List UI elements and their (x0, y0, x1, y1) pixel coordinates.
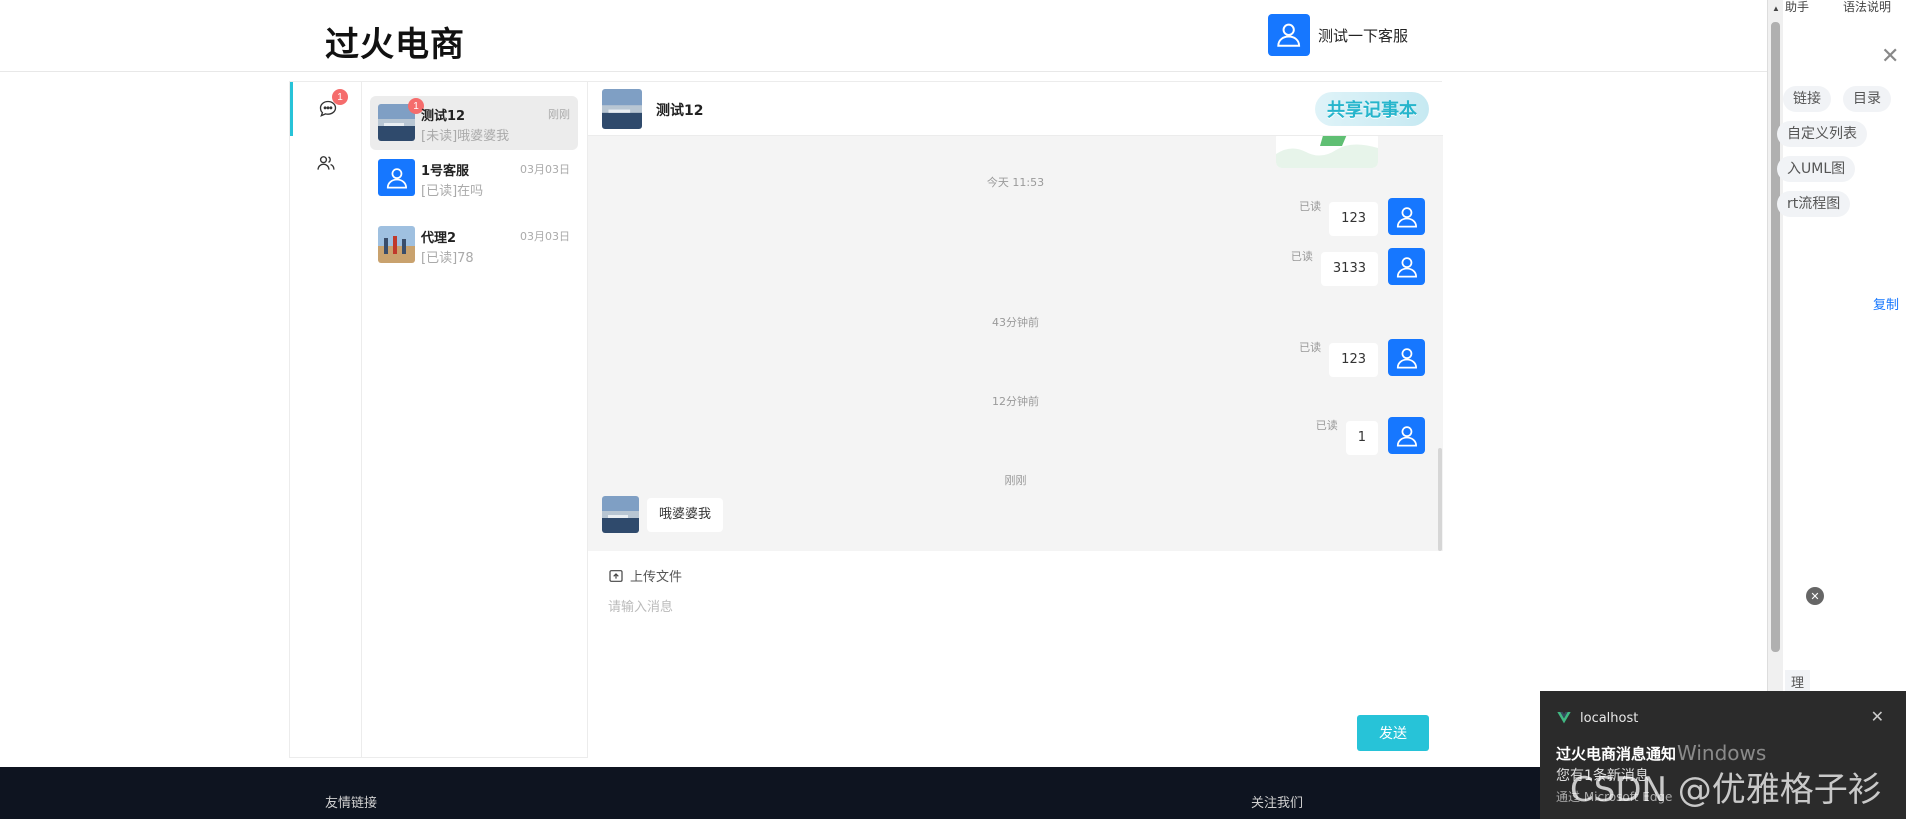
shared-notes-button[interactable]: 共享记事本 (1315, 92, 1429, 126)
conversation-avatar (378, 226, 415, 263)
footer-links-title: 友情链接 (325, 796, 378, 811)
conversation-time: 03月03日 (520, 230, 570, 243)
contacts-icon (317, 156, 335, 170)
chat-panel: 测试12 共享记事本 今天 11:53 已读 123 已读 3133 43分钟前… (588, 82, 1443, 759)
unread-badge: 1 (332, 89, 348, 105)
upload-file-button[interactable]: 上传文件 (608, 566, 682, 585)
user-avatar-icon (1388, 248, 1425, 285)
message-timestamp: 今天 11:53 (986, 176, 1045, 189)
conversation-time: 03月03日 (520, 163, 570, 176)
message-list[interactable]: 今天 11:53 已读 123 已读 3133 43分钟前 已读 123 12分… (588, 136, 1443, 551)
message-bubble[interactable]: 123 (1329, 202, 1378, 236)
read-status: 已读 (1290, 250, 1313, 263)
clear-icon[interactable]: ✕ (1806, 587, 1824, 605)
send-button[interactable]: 发送 (1357, 715, 1429, 751)
user-avatar-icon (1388, 198, 1425, 235)
conversation-item[interactable]: 代理2 [已读]78 03月03日 (370, 218, 578, 272)
upload-icon (609, 569, 623, 582)
syntax-chip[interactable]: 目录 (1843, 86, 1891, 112)
user-avatar-icon (1388, 417, 1425, 454)
syntax-chip[interactable]: 自定义列表 (1777, 121, 1867, 147)
read-status: 已读 (1315, 419, 1338, 432)
message-bubble[interactable]: 123 (1329, 343, 1378, 377)
sticker-image (1276, 136, 1378, 168)
close-icon[interactable]: ✕ (1881, 44, 1899, 69)
brand-logo[interactable]: 过火电商 (325, 17, 465, 66)
nav-rail: 1 (290, 82, 362, 757)
syntax-chip[interactable]: 入UML图 (1777, 156, 1856, 182)
message-composer: 上传文件 请输入消息 发送 (588, 551, 1443, 759)
read-status: 已读 (1299, 341, 1322, 354)
message-timestamp: 43分钟前 (992, 316, 1039, 329)
footer-follow-title: 关注我们 (1251, 796, 1304, 811)
conversation-name: 测试12 (421, 109, 466, 124)
syntax-chip[interactable]: 链接 (1783, 86, 1831, 112)
user-avatar-icon (378, 159, 415, 196)
message-timestamp: 12分钟前 (992, 395, 1039, 408)
message-incoming: 哦婆婆我 (602, 496, 724, 533)
user-avatar-icon (1388, 339, 1425, 376)
conversation-name: 1号客服 (421, 164, 470, 179)
conversation-time: 刚刚 (548, 108, 570, 121)
rail-item-messages[interactable]: 1 (290, 82, 362, 136)
notification-title: 过火电商消息通知 (1556, 745, 1677, 763)
side-panel-tab[interactable]: 助手 (1785, 0, 1809, 15)
vue-logo-icon (1557, 712, 1571, 724)
chat-window: 1 1 测试12 [未读]哦婆婆我 刚刚 1号客服 [已读]在吗 03月03日 … (289, 81, 1443, 759)
page: 过火电商 测试一下客服 1 1 测试12 [未读]哦婆婆我 刚刚 1号客服 [已… (0, 0, 1906, 819)
message-outgoing: 已读 1 (1316, 417, 1425, 455)
chat-title: 测试12 (656, 103, 704, 119)
rail-item-contacts[interactable] (290, 136, 362, 190)
side-panel-tab[interactable]: 语法说明 (1843, 0, 1891, 15)
message-outgoing: 已读 123 (1299, 198, 1425, 236)
csdn-watermark: CSDN @优雅格子衫 (1570, 770, 1882, 810)
syntax-chip[interactable]: rt流程图 (1777, 191, 1851, 217)
conversation-item[interactable]: 1 测试12 [未读]哦婆婆我 刚刚 (370, 96, 578, 150)
close-icon[interactable]: ✕ (1871, 707, 1884, 726)
message-bubble[interactable]: 1 (1345, 421, 1378, 455)
message-outgoing: 已读 123 (1299, 339, 1425, 377)
upload-label: 上传文件 (630, 570, 683, 585)
service-name: 测试一下客服 (1318, 26, 1409, 45)
message-bubble[interactable]: 3133 (1320, 252, 1378, 286)
message-outgoing: 已读 3133 (1291, 248, 1425, 286)
conversation-item[interactable]: 1号客服 [已读]在吗 03月03日 (370, 151, 578, 205)
conversation-preview: [未读]哦婆婆我 (421, 129, 510, 144)
conversation-preview: [已读]在吗 (421, 184, 484, 199)
conversation-list: 1 测试12 [未读]哦婆婆我 刚刚 1号客服 [已读]在吗 03月03日 代理… (362, 82, 588, 757)
scrollbar-thumb[interactable] (1771, 22, 1780, 652)
message-scrollbar[interactable] (1438, 448, 1442, 551)
message-timestamp: 刚刚 (1004, 474, 1027, 487)
side-panel-item[interactable]: 理 (1785, 670, 1811, 693)
scroll-up-icon[interactable]: ▲ (1772, 4, 1780, 13)
conversation-preview: [已读]78 (421, 251, 474, 266)
current-service-account[interactable]: 测试一下客服 (1260, 14, 1408, 56)
chat-header: 测试12 共享记事本 (588, 82, 1443, 136)
site-header: 过火电商 测试一下客服 (0, 0, 1770, 72)
message-bubble[interactable]: 哦婆婆我 (647, 497, 724, 532)
read-status: 已读 (1299, 200, 1322, 213)
copy-link[interactable]: 复制 (1873, 294, 1899, 313)
site-footer: 友情链接 关注我们 (0, 767, 1770, 819)
message-input[interactable]: 请输入消息 (608, 596, 673, 615)
user-avatar-icon (1268, 14, 1310, 56)
chat-partner-avatar (602, 89, 642, 129)
notification-source: localhost (1580, 711, 1639, 726)
conversation-name: 代理2 (421, 231, 457, 246)
chat-partner-avatar (602, 496, 639, 533)
